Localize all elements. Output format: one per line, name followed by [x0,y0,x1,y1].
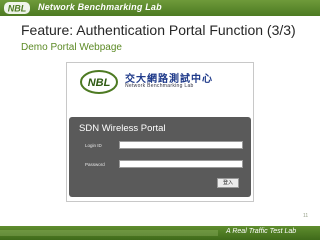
login-panel: SDN Wireless Portal Login ID Password 登入 [69,117,251,197]
login-id-input[interactable] [119,141,243,149]
brand-english-name: Network Benchmarking Lab [125,83,194,89]
header-bar: NBL Network Benchmarking Lab [0,0,320,16]
portal-screenshot: NBL 交大網路測試中心 Network Benchmarking Lab SD… [66,62,254,202]
nbl-brand-logo-icon: NBL [80,70,118,94]
portal-title: SDN Wireless Portal [79,123,166,134]
login-button[interactable]: 登入 [217,178,239,188]
svg-text:NBL: NBL [88,77,111,89]
slide-subtitle: Demo Portal Webpage [21,42,122,53]
svg-text:NBL: NBL [8,4,27,14]
lab-name: Network Benchmarking Lab [38,2,162,12]
login-id-label: Login ID [85,143,102,148]
footer-tagline: A Real Traffic Test Lab [226,228,297,235]
page-number: 11 [303,213,309,219]
password-label: Password [85,162,105,167]
slide-title: Feature: Authentication Portal Function … [21,22,296,38]
footer-stripes-icon [0,230,218,236]
password-input[interactable] [119,160,243,168]
nbl-logo-icon: NBL [4,2,30,14]
